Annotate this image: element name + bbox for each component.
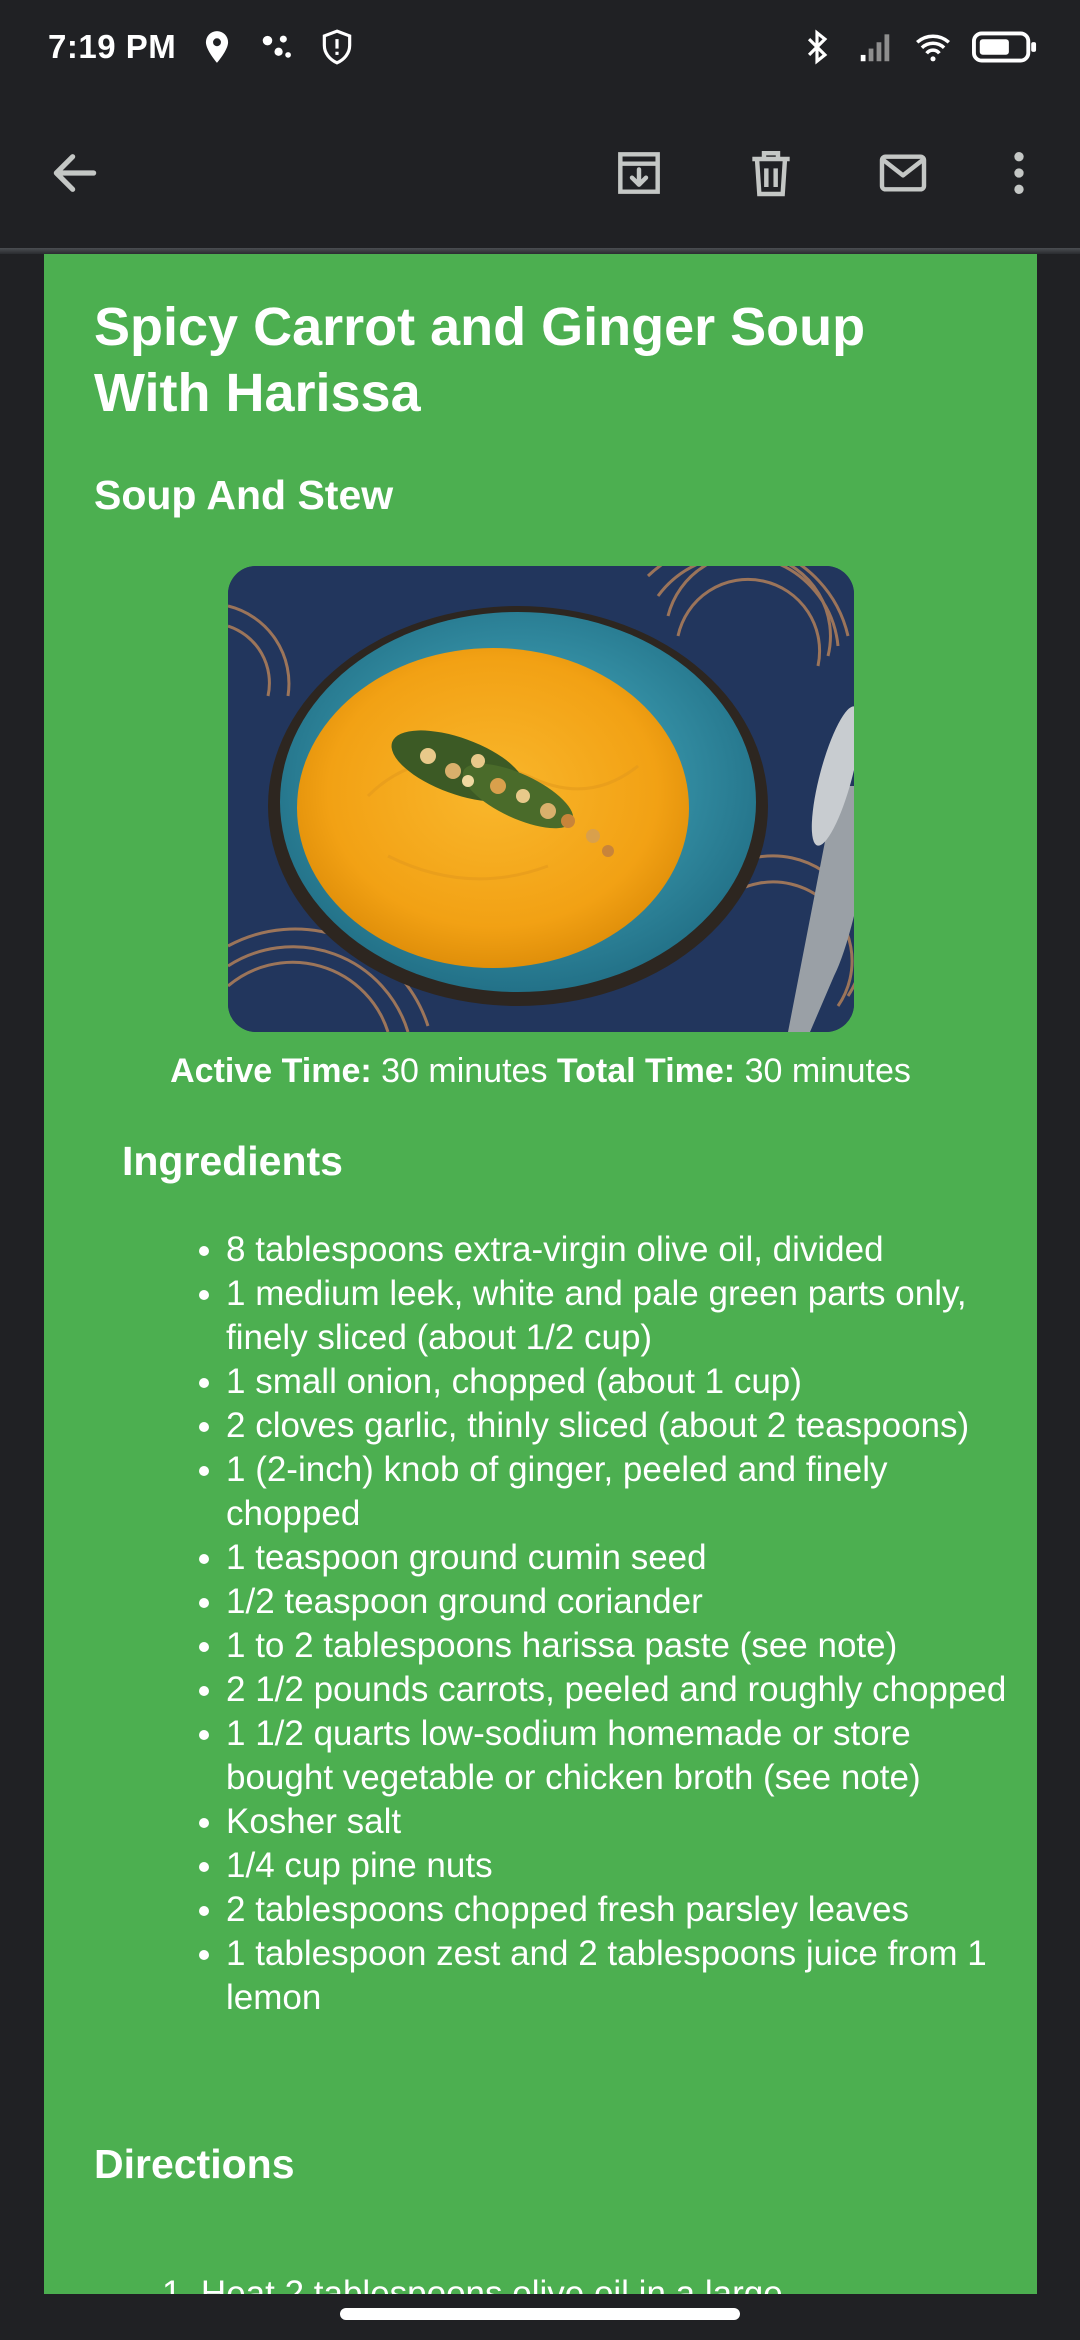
more-vert-icon [991,145,1047,206]
battery-icon [972,28,1038,66]
email-body: Spicy Carrot and Ginger Soup With Hariss… [44,254,1037,2294]
delete-icon [743,145,799,206]
direction-step-partial: 1. Heat 2 tablespoons olive oil in a lar… [162,2274,783,2294]
assistant-dots-icon [258,28,296,66]
directions-heading: Directions [94,2141,295,2187]
more-options-button[interactable] [984,140,1054,210]
archive-icon [611,145,667,206]
gmail-email-screen: 7:19 PM Spicy Carrot and Ginger Soup Wit… [0,0,1080,2340]
recipe-category: Soup And Stew [94,472,394,518]
active-time-label: Active Time: [170,1052,372,1090]
status-bar: 7:19 PM [0,0,1080,100]
ingredients-heading: Ingredients [122,1138,343,1184]
status-time: 7:19 PM [48,28,177,65]
gesture-navigation-bar[interactable] [340,2308,740,2320]
app-bar [0,100,1080,250]
cellular-signal-icon [856,28,894,66]
ingredient-item: 1 medium leek, white and pale green part… [226,1272,1024,1360]
delete-button[interactable] [736,140,806,210]
arrow-back-icon [47,145,103,206]
ingredient-item: 2 tablespoons chopped fresh parsley leav… [226,1888,1024,1932]
ingredient-item: 1 teaspoon ground cumin seed [226,1536,1024,1580]
ingredient-item: 2 1/2 pounds carrots, peeled and roughly… [226,1668,1024,1712]
ingredient-item: 1 to 2 tablespoons harissa paste (see no… [226,1624,1024,1668]
total-time-label: Total Time: [556,1052,736,1090]
ingredients-list: 8 tablespoons extra-virgin olive oil, di… [144,1228,1024,2020]
ingredient-item: 1 small onion, chopped (about 1 cup) [226,1360,1024,1404]
ingredient-item: 1 (2-inch) knob of ginger, peeled and fi… [226,1448,1024,1536]
total-time-value: 30 minutes [744,1052,911,1090]
ingredient-item: 8 tablespoons extra-virgin olive oil, di… [226,1228,1024,1272]
ingredient-item: 1 tablespoon zest and 2 tablespoons juic… [226,1932,1024,2020]
ingredient-item: 1/4 cup pine nuts [226,1844,1024,1888]
ingredient-item: 1 1/2 quarts low-sodium homemade or stor… [226,1712,1024,1800]
back-button[interactable] [40,140,110,210]
ingredient-item: 2 cloves garlic, thinly sliced (about 2 … [226,1404,1024,1448]
recipe-title: Spicy Carrot and Ginger Soup With Hariss… [94,297,866,423]
mark-unread-icon [875,145,931,206]
soup-bowl-photo [228,566,854,1032]
wifi-icon [914,28,952,66]
active-time-value: 30 minutes [381,1052,548,1090]
shield-icon [318,28,356,66]
ingredient-item: 1/2 teaspoon ground coriander [226,1580,1024,1624]
mark-unread-button[interactable] [868,140,938,210]
status-right-icons [798,28,1038,66]
archive-button[interactable] [604,140,674,210]
location-icon [198,28,236,66]
bluetooth-icon [798,28,836,66]
recipe-photo[interactable] [228,566,854,1032]
ingredient-item: Kosher salt [226,1800,1024,1844]
recipe-times: Active Time: 30 minutes Total Time: 30 m… [44,1052,1037,1091]
status-left-icons [198,28,356,66]
